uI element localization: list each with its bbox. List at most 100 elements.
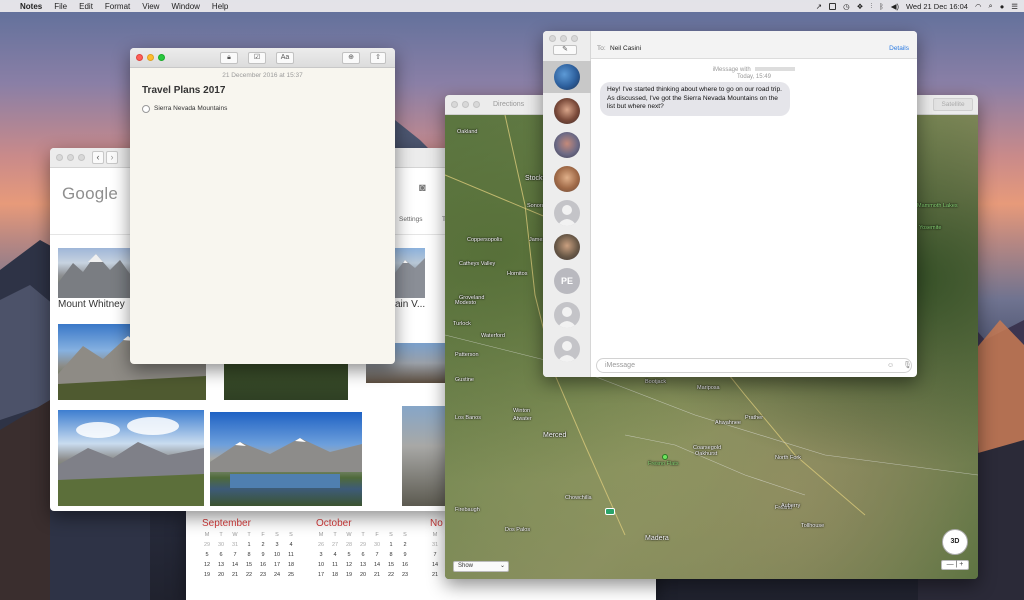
emoji-icon[interactable]: ☺ <box>887 362 894 369</box>
search-icon[interactable]: ⌕ <box>989 1 993 11</box>
lock-icon[interactable]: 🔒︎ <box>220 52 238 64</box>
calendar-day[interactable]: 7 <box>228 552 242 558</box>
wifi-icon[interactable]: ◠ <box>975 2 982 11</box>
calendar-day[interactable]: 31 <box>428 542 442 548</box>
compose-icon[interactable]: ✎ <box>553 45 577 55</box>
calendar-day[interactable]: 14 <box>370 562 384 568</box>
close-button[interactable] <box>451 101 458 108</box>
calendar-day[interactable]: 19 <box>200 572 214 578</box>
calendar-day[interactable]: 3 <box>314 552 328 558</box>
back-button[interactable]: ‹ <box>92 151 104 164</box>
forward-button[interactable]: › <box>106 151 118 164</box>
minimize-button[interactable] <box>560 35 567 42</box>
avatar-contact-3[interactable] <box>554 132 580 158</box>
minimize-button[interactable] <box>462 101 469 108</box>
image-result-meadow[interactable] <box>58 410 204 506</box>
image-result-mount-whitney[interactable] <box>58 248 130 298</box>
calendar-day[interactable]: 25 <box>284 572 298 578</box>
calendar-day[interactable]: 24 <box>270 572 284 578</box>
avatar-placeholder-2[interactable] <box>554 302 580 328</box>
calendar-day[interactable]: 10 <box>314 562 328 568</box>
avatar-contact-4[interactable] <box>554 166 580 192</box>
menu-file[interactable]: File <box>48 2 73 11</box>
calendar-day[interactable]: 12 <box>200 562 214 568</box>
calendar-day[interactable]: 2 <box>256 542 270 548</box>
volume-icon[interactable]: ◀) <box>891 2 899 11</box>
bluetooth-icon[interactable]: ᛒ <box>879 2 884 11</box>
avatar-contact-6[interactable] <box>554 234 580 260</box>
close-button[interactable] <box>549 35 556 42</box>
settings-link[interactable]: Settings <box>399 216 423 223</box>
calendar-day[interactable]: 18 <box>284 562 298 568</box>
calendar-day[interactable]: 30 <box>214 542 228 548</box>
menu-app-name[interactable]: Notes <box>14 2 48 11</box>
calendar-day[interactable]: 14 <box>428 562 442 568</box>
calendar-day[interactable]: 1 <box>384 542 398 548</box>
calendar-day[interactable]: 23 <box>398 572 412 578</box>
calendar-day[interactable]: 19 <box>342 572 356 578</box>
calendar-day[interactable]: 12 <box>342 562 356 568</box>
calendar-day[interactable]: 7 <box>370 552 384 558</box>
calendar-day[interactable]: 5 <box>342 552 356 558</box>
satellite-button[interactable]: Satellite <box>933 98 973 111</box>
calendar-day[interactable]: 21 <box>428 572 442 578</box>
calendar-day[interactable]: 8 <box>384 552 398 558</box>
calendar-day[interactable]: 21 <box>370 572 384 578</box>
notifications-icon[interactable]: ⫶ <box>870 1 872 11</box>
calendar-day[interactable]: 22 <box>242 572 256 578</box>
avatar-contact-2[interactable] <box>554 98 580 124</box>
details-button[interactable]: Details <box>889 45 909 52</box>
caption-mount-whitney[interactable]: Mount Whitney <box>58 299 125 310</box>
share-icon[interactable]: ⇧ <box>370 52 386 64</box>
time-machine-icon[interactable]: ◷ <box>843 2 850 11</box>
image-result-lake-mountains[interactable] <box>210 412 362 506</box>
calendar-day[interactable]: 29 <box>356 542 370 548</box>
calendar-day[interactable]: 16 <box>256 562 270 568</box>
checklist-button[interactable]: ☑ <box>248 52 266 64</box>
image-result-mountain-valley[interactable] <box>395 248 425 298</box>
recipient-name[interactable]: Neil Casini <box>610 45 641 52</box>
calendar-day[interactable]: 1 <box>242 542 256 548</box>
menu-help[interactable]: Help <box>206 2 234 11</box>
calendar-day[interactable]: 15 <box>384 562 398 568</box>
calendar-day[interactable]: 4 <box>328 552 342 558</box>
calendar-day[interactable]: 11 <box>284 552 298 558</box>
zoom-button[interactable] <box>78 154 85 161</box>
calendar-day[interactable]: 28 <box>342 542 356 548</box>
note-title[interactable]: Travel Plans 2017 <box>142 85 225 96</box>
calendar-day[interactable]: 4 <box>284 542 298 548</box>
format-button[interactable]: Aa <box>276 52 294 64</box>
add-people-icon[interactable]: ⊕ <box>342 52 360 64</box>
image-result-lake-forest[interactable] <box>224 360 348 400</box>
show-select[interactable]: Show ⌄ <box>453 561 509 572</box>
calendar-day[interactable]: 17 <box>270 562 284 568</box>
calendar-day[interactable]: 18 <box>328 572 342 578</box>
minimize-button[interactable] <box>67 154 74 161</box>
calendar-day[interactable]: 16 <box>398 562 412 568</box>
menubar-clock[interactable]: Wed 21 Dec 16:04 <box>906 2 968 11</box>
microphone-icon[interactable]: 🎙︎ <box>903 361 912 369</box>
map-pin-icon[interactable] <box>662 454 668 460</box>
calendar-day[interactable]: 6 <box>356 552 370 558</box>
calendar-day[interactable]: 14 <box>228 562 242 568</box>
display-icon[interactable] <box>829 2 837 10</box>
checklist-checkbox[interactable] <box>142 105 150 113</box>
zoom-button[interactable] <box>473 101 480 108</box>
avatar-earth[interactable] <box>554 64 580 90</box>
calendar-day[interactable]: 31 <box>228 542 242 548</box>
menu-format[interactable]: Format <box>99 2 136 11</box>
compass-3d-button[interactable]: 3D <box>942 529 968 555</box>
google-logo[interactable]: Google <box>62 184 118 204</box>
calendar-day[interactable]: 30 <box>370 542 384 548</box>
calendar-day[interactable]: 29 <box>200 542 214 548</box>
list-icon[interactable]: ☰ <box>1011 2 1018 11</box>
calendar-day[interactable]: 10 <box>270 552 284 558</box>
calendar-day[interactable]: 20 <box>356 572 370 578</box>
calendar-day[interactable]: 2 <box>398 542 412 548</box>
calendar-day[interactable]: 11 <box>328 562 342 568</box>
camera-icon[interactable]: ◙ <box>419 182 426 194</box>
calendar-day[interactable]: 27 <box>328 542 342 548</box>
menu-window[interactable]: Window <box>165 2 205 11</box>
avatar-placeholder-3[interactable] <box>554 336 580 362</box>
calendar-day[interactable]: 13 <box>214 562 228 568</box>
